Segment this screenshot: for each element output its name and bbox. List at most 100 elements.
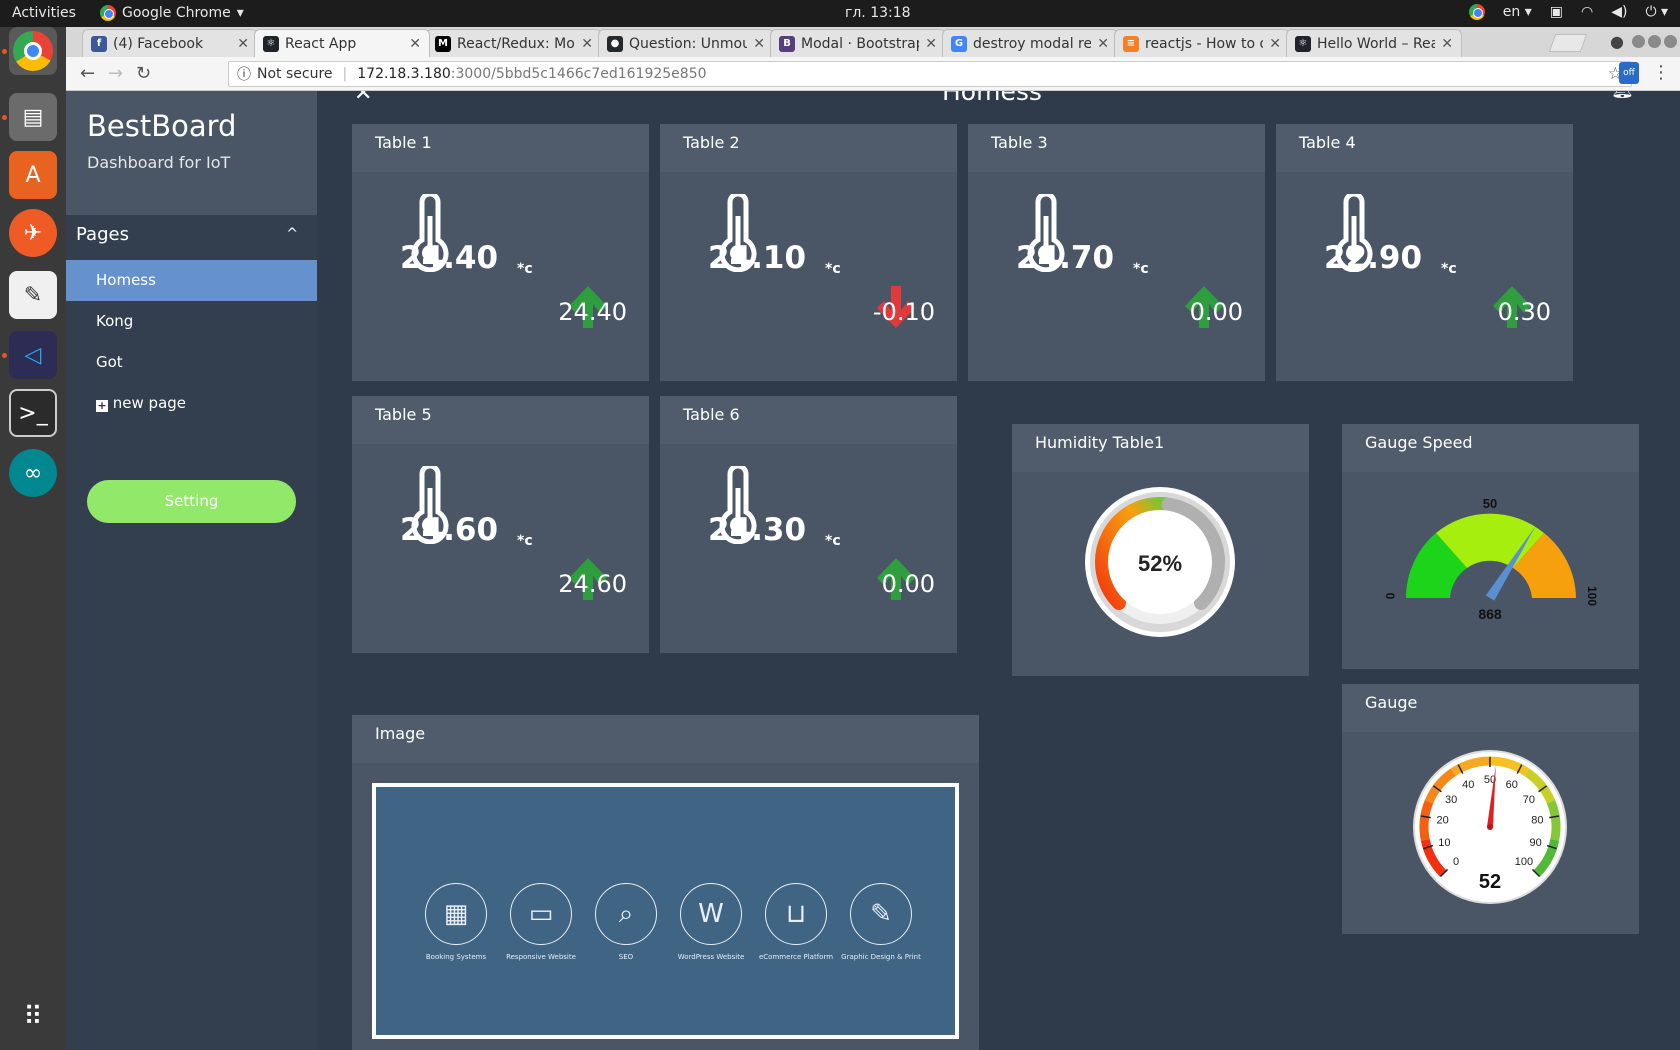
chrome-tray-icon[interactable] [1468,4,1485,20]
minimize-window-button[interactable] [1632,35,1645,48]
app-menu[interactable]: Google Chrome ▾ [100,5,244,21]
temperature-card: Table 2 24.10 *c -0.10 [660,124,957,381]
sidebar-item-label: new page [112,394,187,412]
power-icon[interactable]: ⏻ ▾ [1645,4,1668,20]
terminal-tray-icon[interactable]: ▣ [1550,4,1563,20]
devices-icon: ▭ [510,883,572,945]
service-item: ✎ Graphic Design & Print [836,883,926,961]
tab-close-icon[interactable]: ✕ [753,36,765,52]
tab-close-icon[interactable]: ✕ [1441,36,1453,52]
temperature-value: 24.40 [400,240,499,276]
tab-1[interactable]: ⚛ React App ✕ [254,29,430,57]
tab-6[interactable]: ≡ reactjs - How to o ✕ [1114,29,1290,57]
temperature-unit: *c [825,533,841,549]
tab-2[interactable]: M React/Redux: Mod ✕ [426,29,602,57]
gauge-tick-label: 0 [1453,856,1459,868]
tab-label: Question: Unmou [629,35,748,52]
tab-7[interactable]: ⚛ Hello World – Rea ✕ [1286,29,1462,57]
temperature-card: Table 6 24.30 *c 0.00 [660,396,957,653]
card-title: Table 6 [660,396,957,444]
reload-icon[interactable]: ↻ [136,63,151,84]
pages-section-label: Pages [76,224,129,245]
speed-min-label: 0 [1383,593,1397,600]
react-icon: ⚛ [263,35,279,52]
tab-label: (4) Facebook [113,35,204,52]
clock[interactable]: гл. 13:18 [845,5,911,21]
plus-square-icon: + [96,399,108,412]
tab-close-icon[interactable]: ✕ [409,36,421,52]
info-icon[interactable]: ⓘ [237,64,251,84]
menu-dots-icon[interactable]: ⋮ [1652,62,1670,83]
gauge-tick-label: 40 [1462,779,1474,791]
bell-icon[interactable]: 🔔︎ [1611,91,1634,100]
tab-0[interactable]: f (4) Facebook ✕ [82,29,258,57]
tab-close-icon[interactable]: ✕ [1269,36,1281,52]
software-center-icon[interactable]: A [9,151,57,199]
sidebar-item-kong[interactable]: Kong [66,301,317,342]
react-icon: ⚛ [1295,35,1311,52]
language-indicator[interactable]: en ▾ [1503,4,1532,20]
wifi-icon[interactable]: ◠ [1581,4,1593,20]
temperature-delta: 24.40 [558,298,627,326]
vscode-icon[interactable]: ◁ [9,331,57,379]
service-item: ⌕ SEO [581,883,671,961]
sidebar-item-label: Got [96,353,123,371]
service-label: Graphic Design & Print [841,953,921,961]
chrome-launcher-icon[interactable] [9,27,57,75]
close-icon[interactable]: ✕ [354,91,372,106]
forward-icon[interactable]: → [108,63,123,84]
speed-max-label: 100 [1585,586,1599,606]
gauge-tick-label: 20 [1436,814,1448,826]
show-applications-icon[interactable]: ⠿ [9,993,57,1041]
tab-close-icon[interactable]: ✕ [1097,36,1109,52]
temperature-delta: -0.10 [872,298,935,326]
medium-icon: M [435,35,451,52]
sidebar-item-homess[interactable]: Homess [66,260,317,301]
tab-label: React/Redux: Mod [457,35,576,52]
sidebar-item-new-page[interactable]: + new page [66,383,317,424]
service-label: WordPress Website [677,953,745,961]
text-editor-icon[interactable]: ✎ [9,271,57,319]
url-path: :3000/5bbd5c1466c7ed161925e850 [450,66,707,82]
address-bar[interactable]: ⓘ Not secure | 172.18.3.180:3000/5bbd5c1… [228,61,1632,87]
brand-subtitle: Dashboard for IoT [87,153,231,172]
temperature-delta: 24.60 [558,570,627,598]
tab-3[interactable]: ● Question: Unmou ✕ [598,29,774,57]
dial-gauge: 010203040 50 60708090100 52 [1413,750,1567,904]
gauge-value-label: 52 [1479,871,1501,893]
activities-button[interactable]: Activities [12,5,76,21]
card-title: Gauge Speed [1342,424,1639,472]
temperature-value: 24.10 [708,240,807,276]
files-icon[interactable]: ▤ [9,93,57,141]
setting-button[interactable]: Setting [87,480,296,523]
card-title: Table 1 [352,124,649,172]
arduino-icon[interactable]: ∞ [9,449,57,497]
maximize-window-button[interactable] [1648,35,1661,48]
tab-close-icon[interactable]: ✕ [581,36,593,52]
chrome-icon [100,5,116,21]
tab-5[interactable]: Gdestroy modal rea ✕ [942,29,1118,57]
sidebar-item-got[interactable]: Got [66,342,317,383]
temperature-value: 24.70 [1016,240,1115,276]
image-card: Image ▦ Booking Systems ▭ Responsive Websit… [352,715,979,1050]
postman-icon[interactable]: ✈ [9,209,57,257]
profile-icon[interactable]: ● [1610,32,1624,51]
image-frame: ▦ Booking Systems ▭ Responsive Website ⌕ SEO W… [372,783,959,1039]
back-icon[interactable]: ← [80,63,95,84]
tab-close-icon[interactable]: ✕ [237,36,249,52]
gauge-card: Gauge 0 10 20 30 40 50 60 70 80 90 100 52 [1342,684,1639,934]
tab-4[interactable]: B Modal · Bootstrap ✕ [770,29,946,57]
close-window-button[interactable] [1664,35,1677,48]
services-image: ▦ Booking Systems ▭ Responsive Website ⌕ SEO W… [376,787,955,1035]
tab-label: destroy modal rea [973,35,1092,52]
service-label: Responsive Website [506,953,576,961]
terminal-icon[interactable]: >_ [9,389,57,437]
temperature-unit: *c [517,261,533,277]
pages-section-toggle[interactable]: Pages ^ [76,224,306,245]
active-indicator [2,353,7,358]
new-tab-button[interactable] [1548,34,1588,52]
extension-icon[interactable]: off [1619,62,1639,84]
volume-icon[interactable]: ◀) [1611,4,1627,20]
tab-close-icon[interactable]: ✕ [925,36,937,52]
card-title: Image [352,715,979,763]
